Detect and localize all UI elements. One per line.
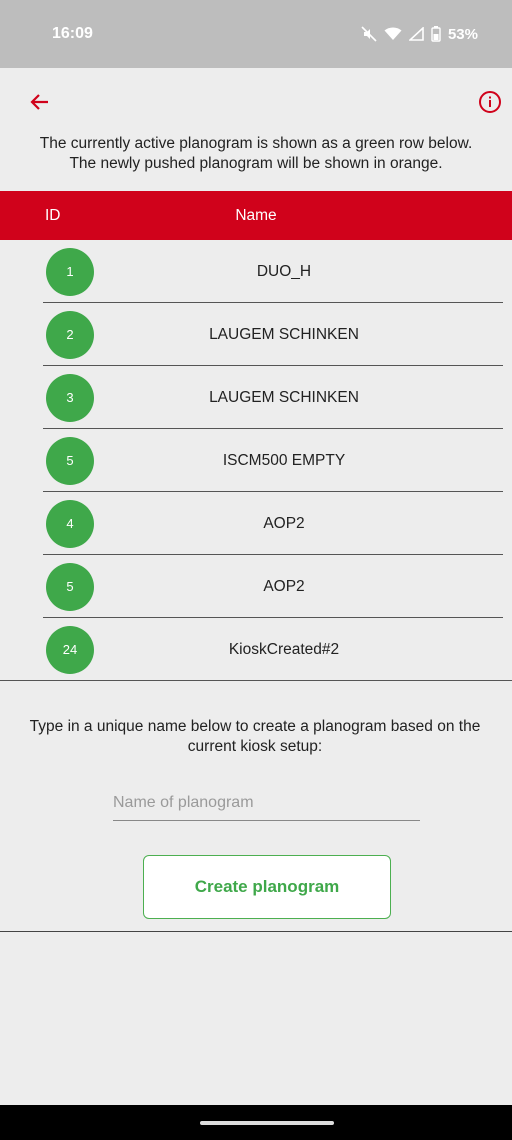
planogram-list: 1 DUO_H 2 LAUGEM SCHINKEN 3 LAUGEM SCHIN… bbox=[0, 240, 512, 681]
mute-icon bbox=[361, 26, 377, 42]
id-badge: 5 bbox=[46, 562, 94, 611]
wifi-icon bbox=[384, 27, 402, 41]
intro-line-2: The newly pushed planogram will be shown… bbox=[69, 155, 443, 172]
id-badge: 1 bbox=[46, 247, 94, 296]
intro-line-1: The currently active planogram is shown … bbox=[39, 135, 473, 152]
navigation-bar bbox=[0, 1105, 512, 1140]
id-badge: 4 bbox=[46, 499, 94, 548]
toolbar bbox=[0, 68, 512, 134]
table-row[interactable]: 24 KioskCreated#2 bbox=[0, 618, 512, 681]
table-row[interactable]: 4 AOP2 bbox=[0, 492, 512, 555]
table-row[interactable]: 2 LAUGEM SCHINKEN bbox=[0, 303, 512, 366]
table-row[interactable]: 5 AOP2 bbox=[0, 555, 512, 618]
create-hint-line-1: Type in a unique name below to create a … bbox=[29, 718, 481, 735]
id-badge: 24 bbox=[46, 625, 94, 674]
id-badge: 5 bbox=[46, 436, 94, 485]
signal-icon bbox=[408, 27, 424, 41]
table-row[interactable]: 5 ISCM500 EMPTY bbox=[0, 429, 512, 492]
table-row[interactable]: 3 LAUGEM SCHINKEN bbox=[0, 366, 512, 429]
create-hint-line-2: current kiosk setup: bbox=[187, 738, 323, 755]
id-badge: 3 bbox=[46, 373, 94, 422]
status-icons: 53% bbox=[361, 26, 478, 43]
create-hint: Type in a unique name below to create a … bbox=[0, 717, 512, 757]
create-planogram-section: Type in a unique name below to create a … bbox=[0, 681, 512, 932]
status-bar: 16:09 53% bbox=[0, 0, 512, 68]
id-badge: 2 bbox=[46, 310, 94, 359]
intro-text: The currently active planogram is shown … bbox=[0, 134, 512, 191]
column-header-id: ID bbox=[45, 206, 61, 224]
battery-icon bbox=[431, 26, 441, 42]
table-row[interactable]: 1 DUO_H bbox=[0, 240, 512, 303]
home-gesture-handle[interactable] bbox=[200, 1121, 334, 1125]
column-header-name: Name bbox=[235, 206, 277, 224]
info-button[interactable] bbox=[478, 90, 502, 114]
planogram-name-input[interactable] bbox=[113, 785, 420, 821]
back-button[interactable] bbox=[28, 90, 52, 114]
battery-percent: 53% bbox=[447, 25, 478, 43]
status-time: 16:09 bbox=[52, 25, 93, 42]
info-circle-icon bbox=[479, 91, 501, 113]
arrow-left-icon bbox=[30, 94, 48, 110]
table-header: ID Name bbox=[0, 191, 512, 240]
create-planogram-button[interactable]: Create planogram bbox=[143, 855, 391, 919]
